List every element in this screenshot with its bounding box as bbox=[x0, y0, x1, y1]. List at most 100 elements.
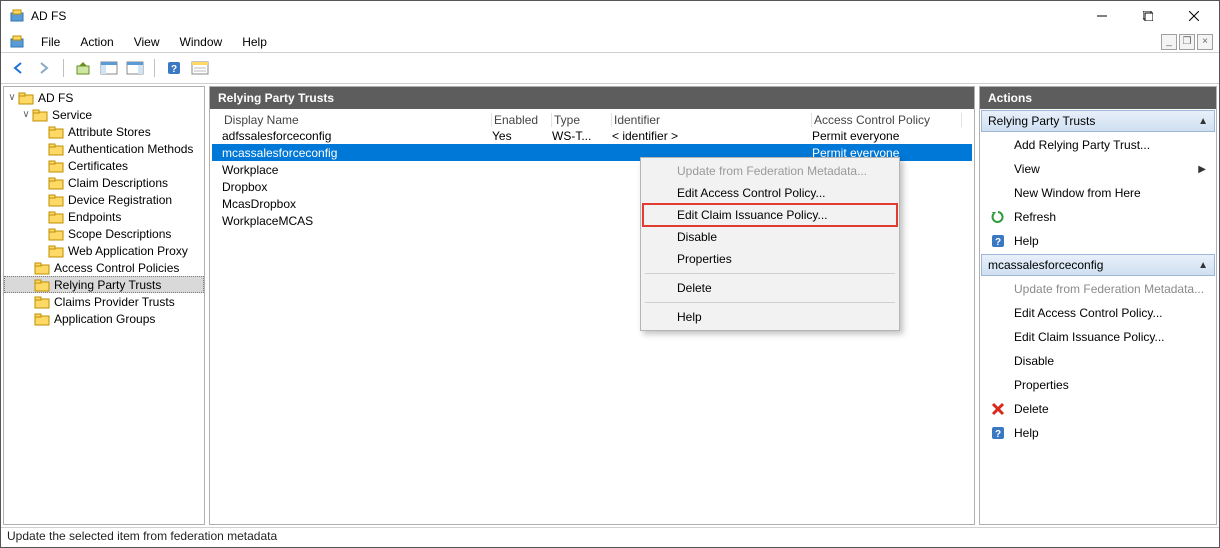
mdi-close-icon[interactable]: × bbox=[1197, 34, 1213, 50]
tree-service[interactable]: ∨ Service bbox=[4, 106, 204, 123]
cell-name: mcassalesforceconfig bbox=[222, 146, 492, 160]
back-button[interactable] bbox=[7, 57, 29, 79]
expand-icon[interactable]: ∨ bbox=[6, 92, 18, 103]
tree-item-attribute-stores[interactable]: Attribute Stores bbox=[4, 123, 204, 140]
action-properties[interactable]: Properties bbox=[980, 373, 1216, 397]
tree-item-acp[interactable]: Access Control Policies bbox=[4, 259, 204, 276]
up-button[interactable] bbox=[72, 57, 94, 79]
folder-icon bbox=[48, 159, 64, 173]
app-window: AD FS File Action View Window Help _ ❐ ×… bbox=[0, 0, 1220, 548]
blank-icon bbox=[990, 281, 1006, 297]
menu-action[interactable]: Action bbox=[70, 33, 123, 51]
close-button[interactable] bbox=[1171, 1, 1217, 31]
col-type[interactable]: Type bbox=[552, 113, 612, 127]
tree-item-scope-desc[interactable]: Scope Descriptions bbox=[4, 225, 204, 242]
tree-label: Scope Descriptions bbox=[68, 227, 171, 241]
actions-panel: Actions Relying Party Trusts ▲ Add Relyi… bbox=[979, 86, 1217, 525]
table-row[interactable]: adfssalesforceconfig Yes WS-T... < ident… bbox=[212, 127, 972, 144]
tree-item-auth-methods[interactable]: Authentication Methods bbox=[4, 140, 204, 157]
action-label: Properties bbox=[1014, 378, 1069, 392]
actions-title: Actions bbox=[980, 87, 1216, 109]
action-help[interactable]: ?Help bbox=[980, 229, 1216, 253]
help-button[interactable]: ? bbox=[163, 57, 185, 79]
tree-label: Relying Party Trusts bbox=[54, 278, 161, 292]
blank-icon bbox=[990, 185, 1006, 201]
action-view[interactable]: View▶ bbox=[980, 157, 1216, 181]
cell-name: Workplace bbox=[222, 163, 492, 177]
show-hide-tree-button[interactable] bbox=[98, 57, 120, 79]
tree-root[interactable]: ∨ AD FS bbox=[4, 89, 204, 106]
menu-window[interactable]: Window bbox=[170, 33, 233, 51]
blank-icon bbox=[990, 329, 1006, 345]
col-acp[interactable]: Access Control Policy bbox=[812, 113, 962, 127]
cell-type: WS-T... bbox=[552, 129, 612, 143]
action-add-rpt[interactable]: Add Relying Party Trust... bbox=[980, 133, 1216, 157]
action-refresh[interactable]: Refresh bbox=[980, 205, 1216, 229]
properties-button[interactable] bbox=[189, 57, 211, 79]
cm-delete[interactable]: Delete bbox=[643, 277, 897, 299]
context-menu: Update from Federation Metadata... Edit … bbox=[640, 157, 900, 331]
tree-label: Certificates bbox=[68, 159, 128, 173]
action-label: Refresh bbox=[1014, 210, 1056, 224]
cm-help[interactable]: Help bbox=[643, 306, 897, 328]
action-delete[interactable]: Delete bbox=[980, 397, 1216, 421]
action-label: Help bbox=[1014, 426, 1039, 440]
blank-icon bbox=[990, 137, 1006, 153]
action-help2[interactable]: ?Help bbox=[980, 421, 1216, 445]
folder-icon bbox=[34, 312, 50, 326]
action-label: Delete bbox=[1014, 402, 1049, 416]
blank-icon bbox=[990, 305, 1006, 321]
group-label: mcassalesforceconfig bbox=[988, 258, 1103, 272]
tree-item-rpt[interactable]: Relying Party Trusts bbox=[4, 276, 204, 293]
tree-label: Web Application Proxy bbox=[68, 244, 188, 258]
expand-icon[interactable]: ∨ bbox=[20, 109, 32, 120]
cm-edit-cip[interactable]: Edit Claim Issuance Policy... bbox=[643, 204, 897, 226]
menu-view[interactable]: View bbox=[124, 33, 170, 51]
action-edit-acp[interactable]: Edit Access Control Policy... bbox=[980, 301, 1216, 325]
col-identifier[interactable]: Identifier bbox=[612, 113, 812, 127]
cm-edit-acp[interactable]: Edit Access Control Policy... bbox=[643, 182, 897, 204]
action-disable[interactable]: Disable bbox=[980, 349, 1216, 373]
action-new-window[interactable]: New Window from Here bbox=[980, 181, 1216, 205]
mdi-restore-icon[interactable]: ❐ bbox=[1179, 34, 1195, 50]
tree-label: Claim Descriptions bbox=[68, 176, 168, 190]
action-update-metadata[interactable]: Update from Federation Metadata... bbox=[980, 277, 1216, 301]
mdi-minimize-icon[interactable]: _ bbox=[1161, 34, 1177, 50]
main-panel: Relying Party Trusts Display Name Enable… bbox=[209, 86, 975, 525]
tree-item-certificates[interactable]: Certificates bbox=[4, 157, 204, 174]
tree-item-claim-desc[interactable]: Claim Descriptions bbox=[4, 174, 204, 191]
tree-item-endpoints[interactable]: Endpoints bbox=[4, 208, 204, 225]
svg-text:?: ? bbox=[171, 64, 177, 75]
actions-group-rpt[interactable]: Relying Party Trusts ▲ bbox=[981, 110, 1215, 132]
folder-icon bbox=[48, 176, 64, 190]
tree-item-cpt[interactable]: Claims Provider Trusts bbox=[4, 293, 204, 310]
cm-properties[interactable]: Properties bbox=[643, 248, 897, 270]
mmc-icon bbox=[9, 34, 25, 50]
maximize-button[interactable] bbox=[1125, 1, 1171, 31]
show-hide-actions-button[interactable] bbox=[124, 57, 146, 79]
minimize-button[interactable] bbox=[1079, 1, 1125, 31]
menu-help[interactable]: Help bbox=[232, 33, 277, 51]
menu-file[interactable]: File bbox=[31, 33, 70, 51]
tree-label: Access Control Policies bbox=[54, 261, 179, 275]
tree-item-agp[interactable]: Application Groups bbox=[4, 310, 204, 327]
action-label: Edit Access Control Policy... bbox=[1014, 306, 1163, 320]
cm-update[interactable]: Update from Federation Metadata... bbox=[643, 160, 897, 182]
tree-item-device-reg[interactable]: Device Registration bbox=[4, 191, 204, 208]
navigation-tree[interactable]: ∨ AD FS ∨ Service Attribute Stores Authe… bbox=[3, 86, 205, 525]
folder-icon bbox=[48, 125, 64, 139]
tree-item-wap[interactable]: Web Application Proxy bbox=[4, 242, 204, 259]
collapse-icon: ▲ bbox=[1198, 116, 1208, 127]
cell-name: McasDropbox bbox=[222, 197, 492, 211]
tree-label: Attribute Stores bbox=[68, 125, 151, 139]
actions-group-selected[interactable]: mcassalesforceconfig ▲ bbox=[981, 254, 1215, 276]
action-edit-cip[interactable]: Edit Claim Issuance Policy... bbox=[980, 325, 1216, 349]
cm-disable[interactable]: Disable bbox=[643, 226, 897, 248]
blank-icon bbox=[990, 161, 1006, 177]
collapse-icon: ▲ bbox=[1198, 260, 1208, 271]
toolbar: ? bbox=[1, 53, 1219, 84]
forward-button[interactable] bbox=[33, 57, 55, 79]
folder-icon bbox=[34, 261, 50, 275]
col-enabled[interactable]: Enabled bbox=[492, 113, 552, 127]
col-display-name[interactable]: Display Name bbox=[222, 113, 492, 127]
